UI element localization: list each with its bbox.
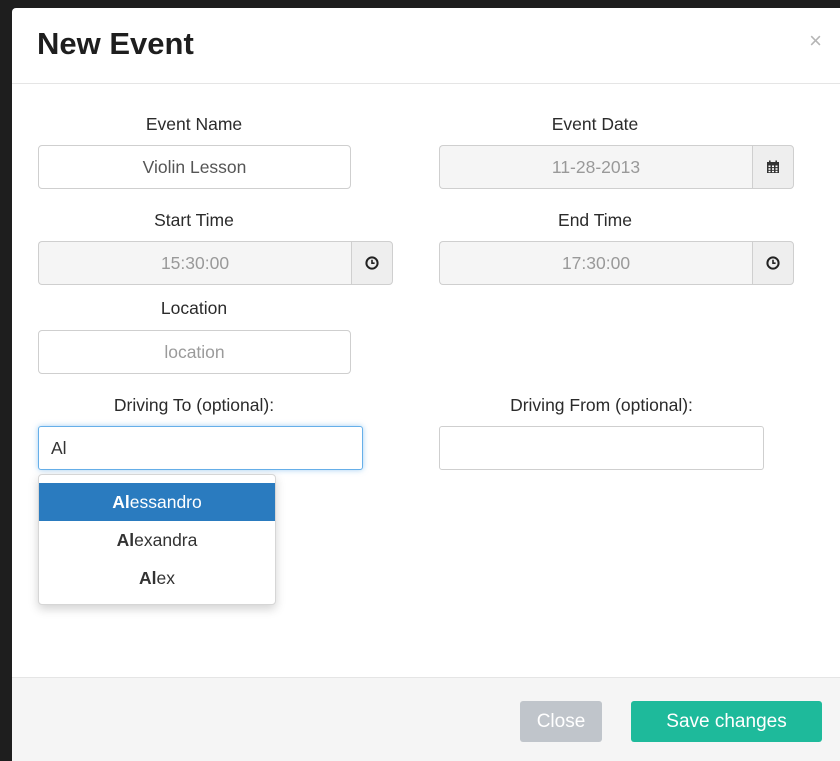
modal-header: New Event × xyxy=(12,8,840,84)
calendar-button[interactable] xyxy=(752,145,794,189)
suggestion-match: Al xyxy=(139,568,157,588)
end-time-clock-button[interactable] xyxy=(752,241,794,285)
event-date-label: Event Date xyxy=(551,114,639,134)
calendar-icon xyxy=(767,160,779,173)
typeahead-dropdown: Alessandro Alexandra Alex xyxy=(38,474,276,605)
suggestion-item[interactable]: Alessandro xyxy=(39,483,275,521)
suggestion-item[interactable]: Alex xyxy=(39,559,275,597)
event-date-input[interactable] xyxy=(439,145,752,189)
location-label: Location xyxy=(160,298,228,318)
location-input[interactable] xyxy=(38,330,351,374)
modal-footer: Close Save changes xyxy=(12,677,840,761)
end-time-input[interactable] xyxy=(439,241,752,285)
suggestion-match: Al xyxy=(116,530,135,550)
close-button[interactable]: Close xyxy=(520,701,602,742)
start-time-clock-button[interactable] xyxy=(351,241,393,285)
close-icon[interactable]: × xyxy=(809,30,822,52)
suggestion-item[interactable]: Alexandra xyxy=(39,521,275,559)
end-time-label: End Time xyxy=(558,210,632,230)
clock-icon xyxy=(365,256,379,270)
driving-to-label: Driving To (optional): xyxy=(113,395,275,415)
suggestion-match: Al xyxy=(112,492,130,512)
suggestion-rest: essandro xyxy=(129,492,202,512)
driving-from-label: Driving From (optional): xyxy=(510,395,693,415)
event-name-label: Event Name xyxy=(145,114,243,134)
suggestion-rest: ex xyxy=(156,568,175,588)
start-time-input[interactable] xyxy=(38,241,351,285)
save-changes-button[interactable]: Save changes xyxy=(631,701,822,742)
start-time-label: Start Time xyxy=(154,210,234,230)
modal-title: New Event xyxy=(37,26,194,61)
driving-to-input[interactable] xyxy=(38,426,363,470)
clock-icon xyxy=(766,256,780,270)
event-name-input[interactable] xyxy=(38,145,351,189)
new-event-modal: New Event × Event Name Event Date Start … xyxy=(12,8,840,761)
driving-from-input[interactable] xyxy=(439,426,764,470)
suggestion-rest: exandra xyxy=(134,530,198,550)
